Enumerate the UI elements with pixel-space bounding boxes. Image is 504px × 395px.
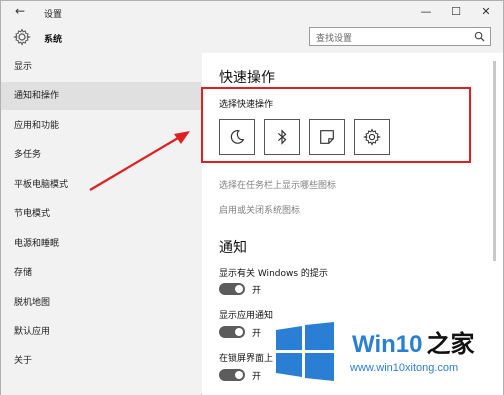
- page-title: 系统: [44, 35, 63, 45]
- maximize-button[interactable]: ☐: [449, 5, 463, 18]
- toggle-state-app-notifications: 开: [252, 329, 262, 339]
- close-button[interactable]: ✕: [479, 5, 493, 18]
- toggle-windows-tips[interactable]: [219, 283, 245, 295]
- option-label-windows-tips: 显示有关 Windows 的提示: [219, 269, 328, 279]
- scrollbar-thumb[interactable]: [493, 61, 496, 261]
- page-header: 系统 查找设置: [1, 25, 503, 53]
- window-title: 设置: [44, 10, 63, 20]
- sidebar: 显示 通知和操作 应用和功能 多任务 平板电脑模式 节电模式 电源和睡眠 存储 …: [1, 53, 201, 395]
- sidebar-item-display[interactable]: 显示: [1, 53, 201, 81]
- windows-logo-icon: [276, 322, 334, 381]
- minimize-button[interactable]: —: [419, 5, 433, 18]
- option-label-lock-screen: 在锁屏界面上: [219, 354, 274, 364]
- back-arrow-icon[interactable]: ←: [15, 4, 25, 18]
- search-input[interactable]: 查找设置: [309, 27, 491, 46]
- quick-actions-heading: 快速操作: [219, 70, 275, 86]
- sidebar-item-power-sleep[interactable]: 电源和睡眠: [1, 230, 201, 258]
- title-bar: ← 设置 — ☐ ✕: [1, 1, 503, 25]
- sidebar-item-storage[interactable]: 存储: [1, 259, 201, 287]
- notifications-heading: 通知: [219, 240, 247, 256]
- sidebar-item-tablet-mode[interactable]: 平板电脑模式: [1, 171, 201, 199]
- sidebar-item-multitasking[interactable]: 多任务: [1, 141, 201, 169]
- watermark-brand-zhijia: 之家: [426, 331, 475, 358]
- toggle-app-notifications[interactable]: [219, 326, 245, 338]
- toggle-lock-screen[interactable]: [219, 369, 245, 381]
- search-placeholder: 查找设置: [316, 34, 353, 44]
- watermark-brand: Win10 之家: [352, 324, 474, 359]
- sidebar-item-apps-features[interactable]: 应用和功能: [1, 112, 201, 140]
- link-taskbar-icons[interactable]: 选择在任务栏上显示哪些图标: [219, 178, 336, 191]
- sidebar-item-default-apps[interactable]: 默认应用: [1, 318, 201, 346]
- option-label-app-notifications: 显示应用通知: [219, 311, 274, 321]
- toggle-knob: [235, 285, 243, 293]
- watermark-url: www.win10xitong.com: [350, 362, 459, 374]
- toggle-knob: [235, 328, 243, 336]
- sidebar-item-offline-maps[interactable]: 脱机地图: [1, 289, 201, 317]
- link-system-icons[interactable]: 启用或关闭系统图标: [219, 203, 300, 216]
- watermark-brand-win10: Win10: [352, 331, 423, 358]
- toggle-state-windows-tips: 开: [252, 286, 262, 296]
- toggle-knob: [235, 371, 243, 379]
- sidebar-item-notifications-actions[interactable]: 通知和操作: [1, 82, 201, 110]
- sidebar-item-about[interactable]: 关于: [1, 347, 201, 375]
- toggle-state-lock-screen: 开: [252, 372, 262, 382]
- search-icon[interactable]: [474, 31, 485, 42]
- annotation-highlight-box: [201, 87, 471, 163]
- system-gear-icon: [13, 28, 31, 46]
- sidebar-item-battery-saver[interactable]: 节电模式: [1, 200, 201, 228]
- watermark: Win10 之家 www.win10xitong.com: [272, 312, 504, 392]
